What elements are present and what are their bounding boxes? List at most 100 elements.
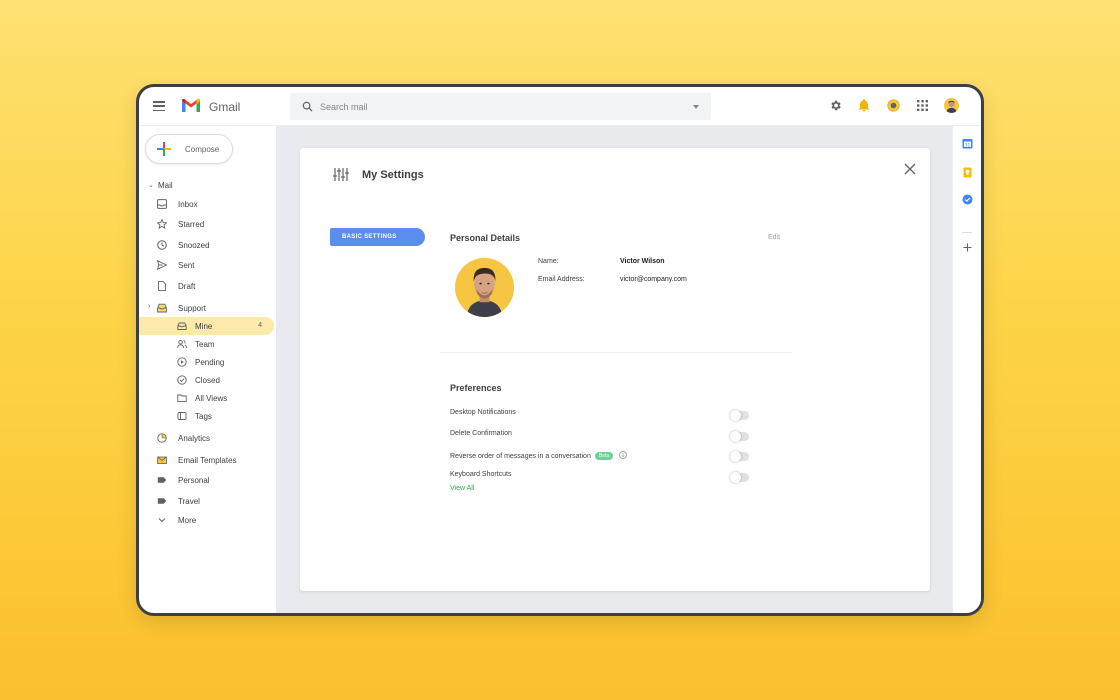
top-actions (828, 98, 959, 113)
sidebar-item-draft[interactable]: Draft (139, 277, 276, 295)
reverse-order-toggle[interactable] (730, 451, 749, 462)
chevron-down-icon (158, 518, 166, 523)
gmail-logo-icon (182, 98, 200, 112)
chevron-down-icon: ⌄ (148, 182, 154, 189)
sidebar-item-label: Tags (195, 412, 212, 421)
check-circle-icon (177, 375, 187, 385)
sidebar-item-personal[interactable]: Personal (139, 471, 276, 489)
edit-link[interactable]: Edit (768, 234, 780, 241)
send-icon (157, 260, 167, 270)
folder-icon (177, 394, 187, 403)
sidebar-item-closed[interactable]: Closed (139, 371, 276, 389)
status-badge-icon[interactable] (886, 99, 900, 113)
search-bar[interactable] (290, 93, 711, 120)
calendar-icon[interactable]: 31 (962, 138, 973, 149)
hamburger-menu-icon[interactable] (153, 101, 165, 112)
sidebar-item-tags[interactable]: Tags (139, 407, 276, 425)
name-value: Victor Wilson (620, 258, 665, 265)
mail-section-header[interactable]: ⌄ Mail (139, 177, 276, 193)
right-side-panel: 31 (952, 126, 981, 613)
star-icon (157, 219, 167, 229)
sidebar-item-inbox[interactable]: Inbox (139, 195, 276, 213)
desktop-notifications-toggle[interactable] (730, 410, 749, 421)
pref-label: Reverse order of messages in a conversat… (450, 453, 591, 460)
pref-reverse-order: Reverse order of messages in a conversat… (450, 451, 750, 465)
add-addon-icon[interactable] (962, 242, 973, 253)
email-value: victor@company.com (620, 276, 687, 283)
sidebar-item-label: Mine (195, 322, 213, 331)
pref-desktop-notifications: Desktop Notifications (450, 409, 750, 423)
pref-label: Desktop Notifications (450, 409, 516, 416)
close-icon[interactable] (904, 163, 916, 175)
sidebar-item-analytics[interactable]: Analytics (139, 429, 276, 447)
top-bar: Gmail (139, 87, 981, 126)
sidebar-item-more[interactable]: More (139, 511, 276, 529)
pref-label: Keyboard Shortcuts (450, 471, 512, 478)
tag-icon (177, 412, 187, 420)
app-window: Gmail Search mail Compose ⌄ Mail Inbox S… (136, 84, 984, 616)
bell-icon[interactable] (857, 99, 871, 113)
sidebar-item-snoozed[interactable]: Snoozed (139, 236, 276, 254)
chevron-right-icon: › (148, 303, 151, 310)
email-template-icon (157, 456, 167, 464)
sidebar-item-pending[interactable]: Pending (139, 353, 276, 371)
compose-button[interactable]: Compose (145, 134, 233, 164)
sidebar-item-label: Pending (195, 358, 225, 367)
unread-count: 4 (258, 322, 262, 329)
email-label: Email Address: (538, 276, 585, 283)
compose-label: Compose (185, 145, 220, 154)
search-icon[interactable] (302, 101, 313, 112)
view-all-link[interactable]: View All (450, 485, 474, 492)
play-circle-icon (177, 357, 187, 367)
support-inbox-icon (157, 303, 167, 313)
sidebar: Compose ⌄ Mail Inbox Starred Snoozed Sen… (139, 126, 276, 613)
user-avatar[interactable] (944, 98, 959, 113)
sidebar-item-label: Inbox (178, 200, 198, 209)
sidebar-item-team[interactable]: Team (139, 335, 276, 353)
delete-confirmation-toggle[interactable] (730, 431, 749, 442)
support-section-header[interactable]: › Support (139, 299, 276, 317)
name-label: Name: (538, 258, 559, 265)
people-icon (177, 339, 187, 349)
sidebar-item-label: Closed (195, 376, 220, 385)
sidebar-item-mine[interactable]: Mine 4 (139, 317, 274, 335)
mail-section-label: Mail (158, 181, 173, 190)
preferences-title: Preferences (450, 383, 502, 393)
tray-icon (177, 322, 187, 330)
profile-photo[interactable] (455, 258, 514, 317)
sidebar-item-travel[interactable]: Travel (139, 492, 276, 510)
search-options-caret-icon[interactable] (693, 105, 699, 109)
sidebar-item-label: Draft (178, 282, 196, 291)
sidebar-item-label: Travel (178, 497, 200, 506)
beta-badge: Beta (594, 452, 614, 460)
tab-basic-settings[interactable]: BASIC SETTINGS (330, 228, 425, 246)
label-icon (157, 498, 167, 504)
tasks-icon[interactable] (962, 194, 973, 205)
sidebar-item-label: Sent (178, 261, 195, 270)
keep-notes-icon[interactable] (962, 167, 973, 178)
sidebar-item-label: Team (195, 340, 215, 349)
sidebar-item-label: Analytics (178, 434, 211, 443)
apps-grid-icon[interactable] (915, 99, 929, 113)
search-input[interactable] (320, 97, 680, 116)
sidebar-item-starred[interactable]: Starred (139, 215, 276, 233)
settings-dialog: My Settings BASIC SETTINGS Personal Deta… (300, 148, 930, 591)
gear-icon[interactable] (828, 99, 842, 113)
support-section-label: Support (178, 304, 207, 313)
sidebar-item-all-views[interactable]: All Views (139, 389, 276, 407)
rail-divider (962, 232, 972, 233)
sidebar-item-email-templates[interactable]: Email Templates (139, 451, 276, 469)
sliders-icon (333, 168, 349, 181)
label-icon (157, 477, 167, 483)
sidebar-item-sent[interactable]: Sent (139, 256, 276, 274)
sidebar-item-label: All Views (195, 394, 228, 403)
sidebar-item-label: Email Templates (178, 456, 237, 465)
inbox-icon (157, 199, 167, 209)
info-icon[interactable] (619, 451, 628, 459)
sidebar-item-label: More (178, 516, 197, 525)
keyboard-shortcuts-toggle[interactable] (730, 472, 749, 483)
pref-label: Delete Confirmation (450, 430, 512, 437)
compose-plus-icon (157, 142, 171, 156)
svg-text:31: 31 (965, 142, 971, 148)
pref-delete-confirmation: Delete Confirmation (450, 430, 750, 444)
